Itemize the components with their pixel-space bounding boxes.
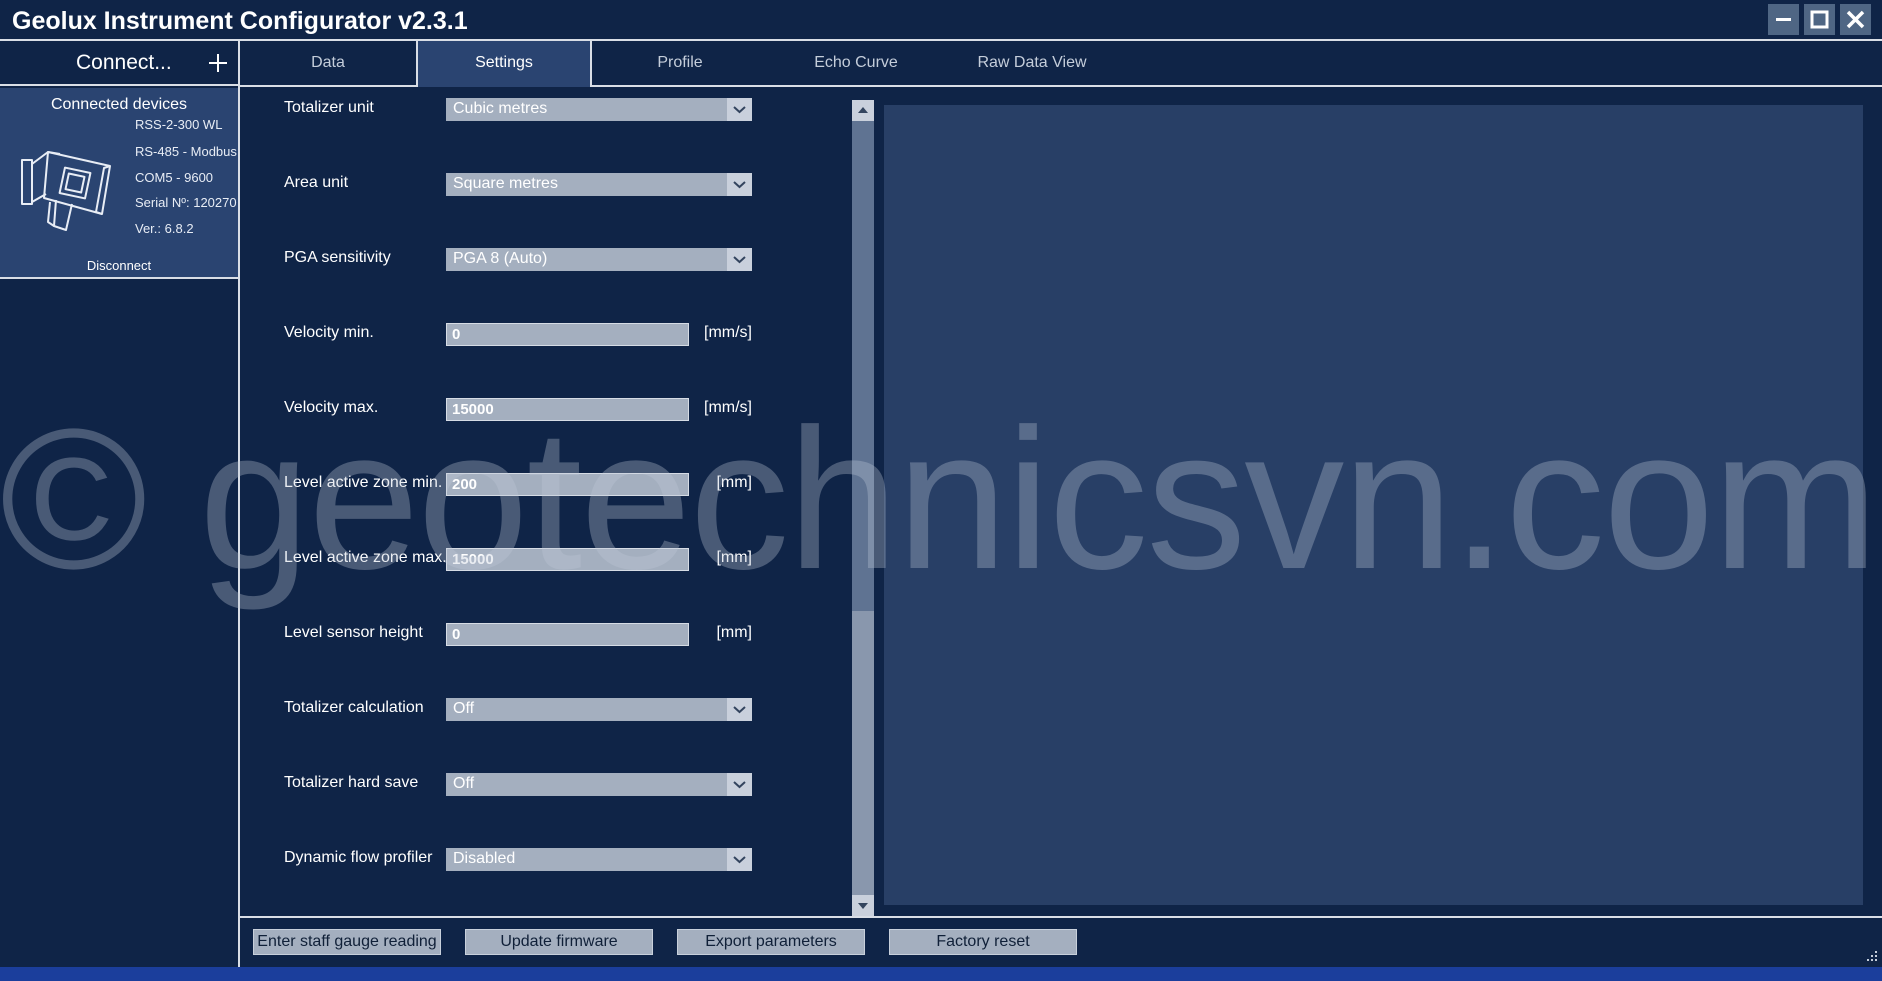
level-zone-min-label: Level active zone min. (284, 474, 443, 491)
minimize-icon (1776, 18, 1791, 21)
level-sensor-height-input[interactable] (446, 623, 689, 646)
velocity-max-row: Velocity max. [mm/s] (242, 389, 852, 429)
sidebar: Connect... Connected devices RSS-2-300 W… (0, 41, 240, 967)
velocity-min-input[interactable] (446, 323, 689, 346)
app-title: Geolux Instrument Configurator v2.3.1 (12, 7, 468, 35)
tab-raw-data-view[interactable]: Raw Data View (944, 41, 1120, 85)
pga-sensitivity-value: PGA 8 (Auto) (453, 250, 548, 267)
bottom-divider (240, 916, 1882, 918)
velocity-max-unit: [mm/s] (704, 399, 752, 416)
level-zone-min-unit: [mm] (716, 474, 752, 491)
scroll-track[interactable] (852, 121, 874, 895)
device-port: COM5 - 9600 (135, 170, 214, 185)
connected-devices-title: Connected devices (50, 96, 188, 113)
velocity-min-label: Velocity min. (284, 324, 374, 341)
totalizer-unit-label: Totalizer unit (284, 99, 374, 116)
arrow-down-icon (858, 903, 868, 909)
level-sensor-height-row: Level sensor height [mm] (242, 614, 852, 654)
totalizer-hard-save-dropdown[interactable]: Off (446, 773, 752, 796)
device-protocol: RS-485 - Modbus (135, 144, 237, 159)
pga-sensitivity-row: PGA sensitivity PGA 8 (Auto) (242, 239, 852, 279)
close-button[interactable] (1840, 4, 1871, 35)
maximize-icon (1810, 10, 1829, 29)
connect-button[interactable]: Connect... (0, 41, 238, 86)
chevron-down-icon[interactable] (727, 848, 752, 871)
totalizer-unit-row: Totalizer unit Cubic metres (242, 89, 852, 129)
totalizer-hard-save-row: Totalizer hard save Off (242, 764, 852, 804)
velocity-max-input[interactable] (446, 398, 689, 421)
totalizer-calculation-value: Off (453, 700, 475, 717)
area-unit-row: Area unit Square metres (242, 164, 852, 204)
totalizer-hard-save-label: Totalizer hard save (284, 774, 419, 791)
velocity-min-row: Velocity min. [mm/s] (242, 314, 852, 354)
maximize-button[interactable] (1804, 4, 1835, 35)
preview-panel (884, 105, 1863, 905)
pga-sensitivity-dropdown[interactable]: PGA 8 (Auto) (446, 248, 752, 271)
title-bar: Geolux Instrument Configurator v2.3.1 (0, 0, 1882, 41)
chevron-down-icon[interactable] (727, 698, 752, 721)
plus-icon[interactable] (206, 51, 230, 75)
pga-sensitivity-label: PGA sensitivity (284, 249, 391, 266)
dynamic-flow-profiler-label: Dynamic flow profiler (284, 849, 433, 866)
totalizer-hard-save-value: Off (453, 775, 475, 792)
enter-staff-gauge-button[interactable]: Enter staff gauge reading (253, 929, 441, 955)
chevron-down-icon[interactable] (727, 773, 752, 796)
settings-panel: Totalizer unit Cubic metres Area unit Sq… (242, 89, 852, 915)
update-firmware-button[interactable]: Update firmware (465, 929, 653, 955)
level-zone-max-input[interactable] (446, 548, 689, 571)
export-parameters-button[interactable]: Export parameters (677, 929, 865, 955)
level-sensor-height-unit: [mm] (716, 624, 752, 641)
resize-grip-icon[interactable] (1864, 948, 1878, 962)
totalizer-calculation-dropdown[interactable]: Off (446, 698, 752, 721)
tab-data[interactable]: Data (240, 41, 416, 85)
totalizer-calculation-label: Totalizer calculation (284, 699, 424, 716)
level-zone-min-row: Level active zone min. [mm] (242, 464, 852, 504)
velocity-min-unit: [mm/s] (704, 324, 752, 341)
area-unit-label: Area unit (284, 174, 349, 191)
arrow-up-icon (858, 107, 868, 113)
minimize-button[interactable] (1768, 4, 1799, 35)
level-sensor-height-label: Level sensor height (284, 624, 423, 641)
totalizer-calculation-row: Totalizer calculation Off (242, 689, 852, 729)
scroll-down-button[interactable] (852, 895, 874, 916)
dynamic-flow-profiler-dropdown[interactable]: Disabled (446, 848, 752, 871)
area-unit-value: Square metres (453, 175, 558, 192)
chevron-down-icon[interactable] (727, 98, 752, 121)
dynamic-flow-profiler-row: Dynamic flow profiler Disabled (242, 839, 852, 879)
level-zone-min-input[interactable] (446, 473, 689, 496)
velocity-max-label: Velocity max. (284, 399, 379, 416)
chevron-down-icon[interactable] (727, 173, 752, 196)
scroll-up-button[interactable] (852, 100, 874, 121)
settings-scrollbar[interactable] (852, 100, 874, 916)
chevron-down-icon[interactable] (727, 248, 752, 271)
device-serial: Serial Nº: 120270 (135, 195, 237, 210)
level-zone-max-label: Level active zone max. (284, 549, 447, 566)
tab-profile[interactable]: Profile (592, 41, 768, 85)
close-icon (1846, 10, 1865, 29)
scroll-thumb[interactable] (852, 121, 874, 611)
dynamic-flow-profiler-value: Disabled (453, 850, 516, 867)
factory-reset-button[interactable]: Factory reset (889, 929, 1077, 955)
level-zone-max-unit: [mm] (716, 549, 752, 566)
taskbar-strip (0, 967, 1882, 981)
radar-sensor-icon (21, 151, 111, 231)
device-version: Ver.: 6.8.2 (135, 221, 194, 236)
tab-settings[interactable]: Settings (416, 41, 592, 87)
area-unit-dropdown[interactable]: Square metres (446, 173, 752, 196)
tab-bar: Data Settings Profile Echo Curve Raw Dat… (240, 41, 1882, 87)
disconnect-link[interactable]: Disconnect (0, 258, 238, 273)
device-card[interactable]: Connected devices RSS-2-300 WL RS-485 - … (0, 88, 238, 279)
tab-echo-curve[interactable]: Echo Curve (768, 41, 944, 85)
level-zone-max-row: Level active zone max. [mm] (242, 539, 852, 579)
totalizer-unit-dropdown[interactable]: Cubic metres (446, 98, 752, 121)
connect-label: Connect... (76, 51, 172, 74)
totalizer-unit-value: Cubic metres (453, 100, 548, 117)
device-model: RSS-2-300 WL (135, 117, 223, 132)
